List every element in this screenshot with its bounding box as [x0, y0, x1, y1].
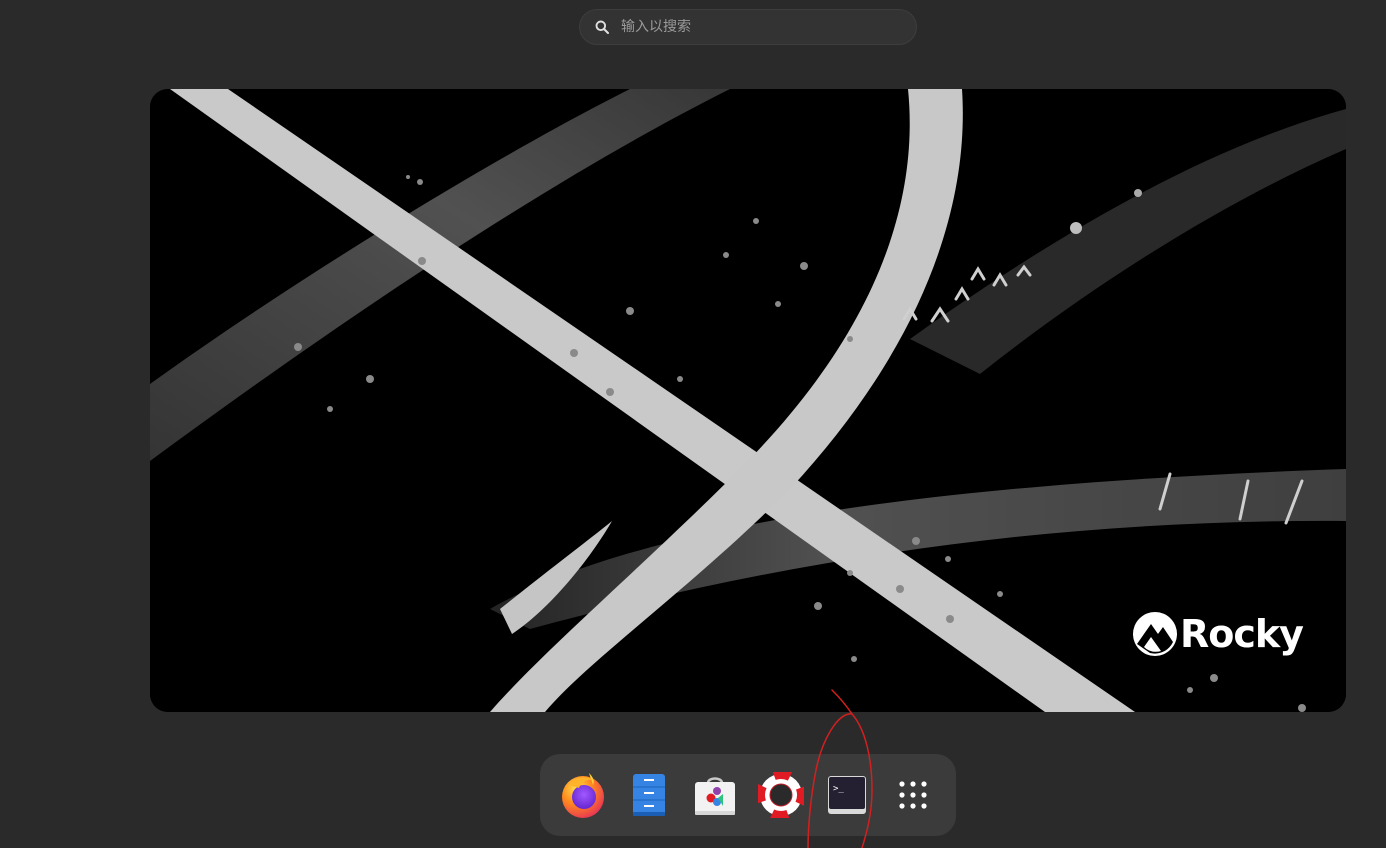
- dash: >_: [540, 754, 956, 836]
- dock-help[interactable]: [756, 770, 806, 820]
- terminal-prompt: >_: [833, 784, 844, 794]
- rocky-logo: Rocky: [1132, 611, 1304, 657]
- firefox-icon: [562, 773, 604, 818]
- activities-overview: Rocky: [0, 0, 1386, 848]
- show-apps-button[interactable]: [888, 770, 938, 820]
- search-input[interactable]: [621, 19, 891, 35]
- terminal-icon: >_: [828, 776, 866, 814]
- rocky-logo-icon: [1133, 612, 1177, 656]
- file-cabinet-icon: [633, 774, 665, 816]
- search-bar[interactable]: [579, 9, 917, 45]
- shopping-bag-icon: [695, 777, 735, 815]
- lifebuoy-icon: [758, 772, 804, 818]
- dock-firefox[interactable]: [558, 770, 608, 820]
- search-icon: [594, 19, 610, 35]
- app-grid-icon: [899, 781, 927, 809]
- rocky-logo-text: Rocky: [1180, 612, 1304, 656]
- dock-software[interactable]: [690, 770, 740, 820]
- dock-terminal[interactable]: >_: [822, 770, 872, 820]
- workspace-thumbnail[interactable]: Rocky: [150, 89, 1346, 712]
- dock-files[interactable]: [624, 770, 674, 820]
